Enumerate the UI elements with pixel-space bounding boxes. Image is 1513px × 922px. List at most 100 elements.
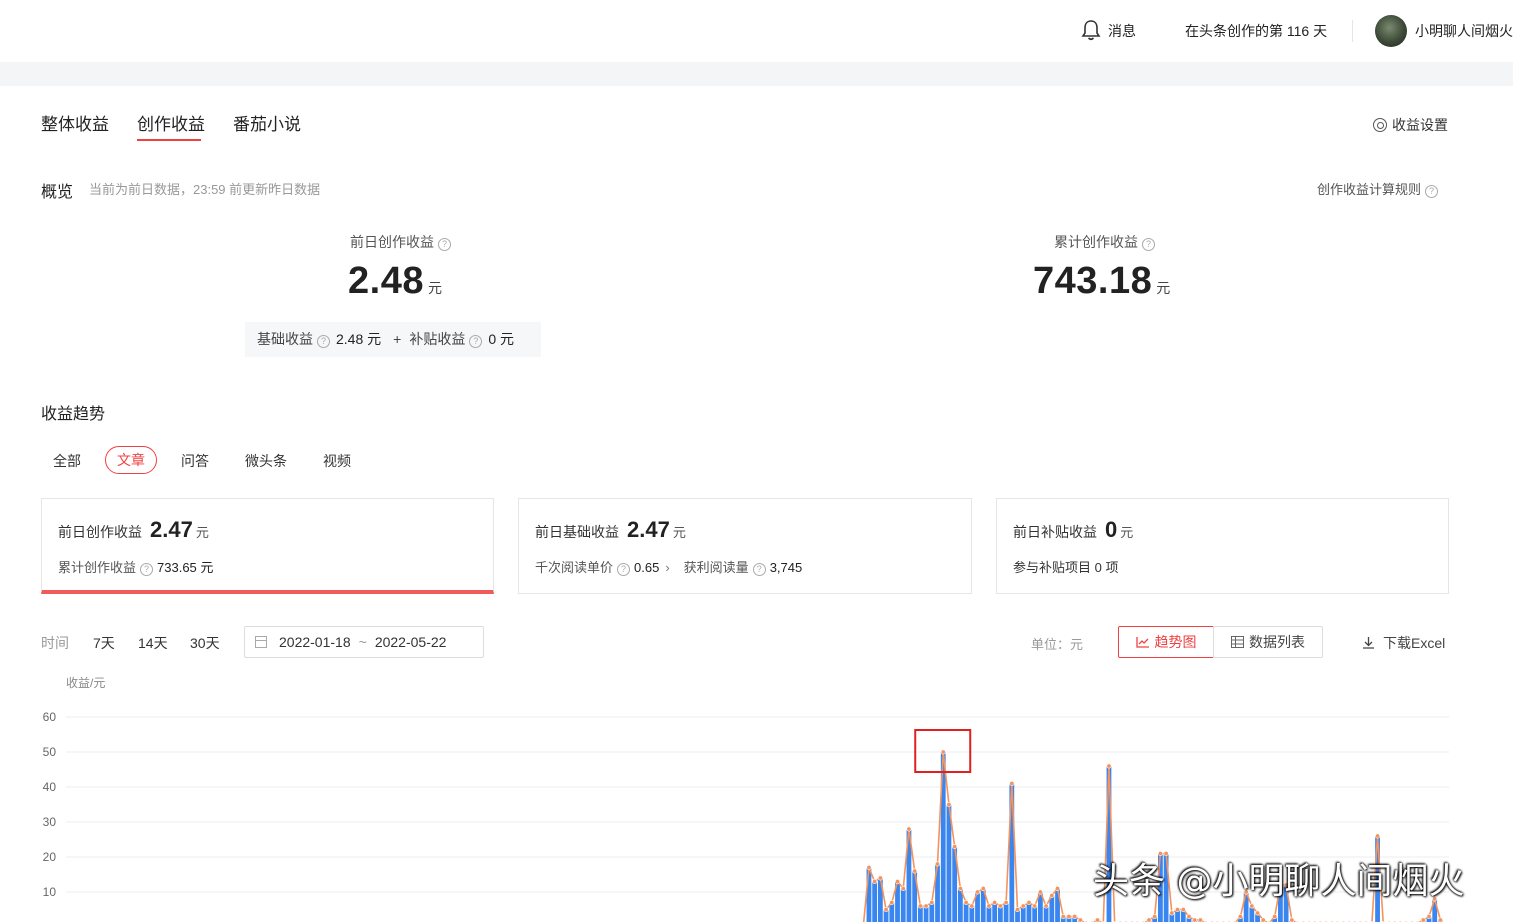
chart-point xyxy=(952,844,958,850)
card-sub-value: 733.65 元 xyxy=(157,560,214,575)
chart-point xyxy=(1260,917,1266,922)
username[interactable]: 小明聊人间烟火 xyxy=(1415,21,1513,41)
total-income-unit: 元 xyxy=(1156,280,1171,296)
chart-point xyxy=(1146,917,1152,922)
chart-point xyxy=(1020,903,1026,909)
help-icon[interactable]: ? xyxy=(317,335,330,348)
base-income-label: 基础收益 xyxy=(257,331,313,347)
card-creation-income[interactable]: 前日创作收益 2.47 元 累计创作收益? 733.65 元 xyxy=(41,498,494,594)
trend-icon xyxy=(1135,637,1149,648)
card-creation-line2: 累计创作收益? 733.65 元 xyxy=(58,557,213,576)
chart-point xyxy=(975,889,981,895)
income-settings-label: 收益设置 xyxy=(1392,117,1448,133)
avatar[interactable] xyxy=(1375,15,1407,47)
card-sub-value: 0.65 xyxy=(634,560,660,575)
chart-point xyxy=(992,900,998,906)
total-income-label-text: 累计创作收益 xyxy=(1054,234,1138,250)
card-unit: 元 xyxy=(1120,525,1134,540)
chart-point xyxy=(1186,914,1192,920)
card-sub-label: 累计创作收益 xyxy=(58,560,137,575)
filter-article[interactable]: 文章 xyxy=(105,446,157,474)
chart-y-label: 收益/元 xyxy=(66,676,106,690)
help-icon[interactable]: ? xyxy=(1425,185,1439,198)
download-excel-label: 下载Excel xyxy=(1383,635,1446,651)
chart-point xyxy=(1180,907,1186,913)
chart-point xyxy=(900,886,906,892)
chart-point xyxy=(1237,914,1243,920)
plus-sign: + xyxy=(393,331,402,347)
chart-bar xyxy=(929,902,935,922)
chart-point xyxy=(1003,900,1009,906)
help-icon[interactable]: ? xyxy=(1142,238,1155,251)
date-range-picker[interactable]: 2022-01-18 ~2022-05-22 xyxy=(244,626,484,658)
help-icon[interactable]: ? xyxy=(469,335,483,348)
y-tick-label: 20 xyxy=(43,850,57,864)
range-14d[interactable]: 14天 xyxy=(138,633,168,653)
card-sub-label: 千次阅读单价 xyxy=(535,560,614,575)
chart-point xyxy=(917,903,923,909)
header-separator xyxy=(0,62,1513,86)
chart-bar xyxy=(872,881,878,922)
card-subsidy-line1: 前日补贴收益 0 元 xyxy=(1013,517,1133,543)
rules-link-label: 创作收益计算规则 xyxy=(1317,182,1422,197)
chevron-right-icon[interactable]: › xyxy=(665,560,669,575)
data-list-button[interactable]: 数据列表 xyxy=(1213,626,1323,658)
card-unit: 元 xyxy=(672,525,686,540)
chart-point xyxy=(1015,907,1021,913)
y-tick-label: 50 xyxy=(43,745,57,759)
chart-point xyxy=(929,900,935,906)
chart-point xyxy=(1255,910,1261,916)
tab-active-indicator xyxy=(137,139,201,141)
tab-overall[interactable]: 整体收益 xyxy=(41,110,109,135)
filter-all[interactable]: 全部 xyxy=(53,451,81,471)
trend-title: 收益趋势 xyxy=(41,406,106,423)
chart-point xyxy=(1197,917,1203,922)
time-label: 时间 xyxy=(41,635,69,651)
chart-bar xyxy=(900,888,906,922)
chart-point xyxy=(1060,914,1066,920)
card-subsidy-line2: 参与补贴项目 0 项 xyxy=(1013,560,1119,575)
chart-point xyxy=(1037,889,1043,895)
messages-link[interactable]: 消息 xyxy=(1108,21,1136,41)
card-value: 2.47 xyxy=(150,517,193,542)
range-30d[interactable]: 30天 xyxy=(190,633,220,653)
tab-creation[interactable]: 创作收益 xyxy=(137,110,205,135)
card-subsidy-income[interactable]: 前日补贴收益 0 元 参与补贴项目 0 项 xyxy=(996,498,1449,594)
card-base-line2: 千次阅读单价? 0.65 › 获利阅读量? 3,745 xyxy=(535,557,802,576)
card-value: 2.47 xyxy=(627,517,670,542)
download-excel-button[interactable]: 下载Excel xyxy=(1362,633,1445,653)
filter-video[interactable]: 视频 xyxy=(323,451,351,471)
help-icon[interactable]: ? xyxy=(140,563,154,576)
chart-point xyxy=(1152,914,1158,920)
card-sub2-label: 获利阅读量 xyxy=(683,560,749,575)
tab-fanqie[interactable]: 番茄小说 xyxy=(233,110,301,135)
chart-point xyxy=(1055,886,1061,892)
income-settings-link[interactable]: 收益设置 xyxy=(1373,115,1448,135)
total-income-number: 743.18 xyxy=(1033,260,1153,302)
chart-point xyxy=(1095,917,1101,922)
chart-point xyxy=(1026,900,1032,906)
y-tick-label: 40 xyxy=(43,780,57,794)
chart-point xyxy=(1426,914,1432,920)
creation-days: 在头条创作的第 116 天 xyxy=(1185,23,1328,39)
chart-bar xyxy=(992,902,998,922)
y-tick-label: 10 xyxy=(43,885,57,899)
card-base-income[interactable]: 前日基础收益 2.47 元 千次阅读单价? 0.65 › 获利阅读量? 3,745 xyxy=(518,498,972,594)
chart-point xyxy=(895,879,901,885)
filter-qa[interactable]: 问答 xyxy=(181,451,209,471)
trend-chart-button[interactable]: 趋势图 xyxy=(1118,626,1214,658)
chart-point xyxy=(980,886,986,892)
rules-link[interactable]: 创作收益计算规则? xyxy=(1317,179,1439,198)
chart-point xyxy=(935,861,941,867)
help-icon[interactable]: ? xyxy=(752,563,766,576)
chart-point xyxy=(1375,833,1381,839)
help-icon[interactable]: ? xyxy=(438,238,451,251)
chart-point xyxy=(1077,917,1083,922)
chart-point xyxy=(1043,903,1049,909)
filter-micro[interactable]: 微头条 xyxy=(245,451,287,471)
bell-icon[interactable] xyxy=(1081,19,1101,41)
help-icon[interactable]: ? xyxy=(617,563,631,576)
chart-point xyxy=(906,826,912,832)
range-7d[interactable]: 7天 xyxy=(93,633,115,653)
chart-point xyxy=(957,886,963,892)
